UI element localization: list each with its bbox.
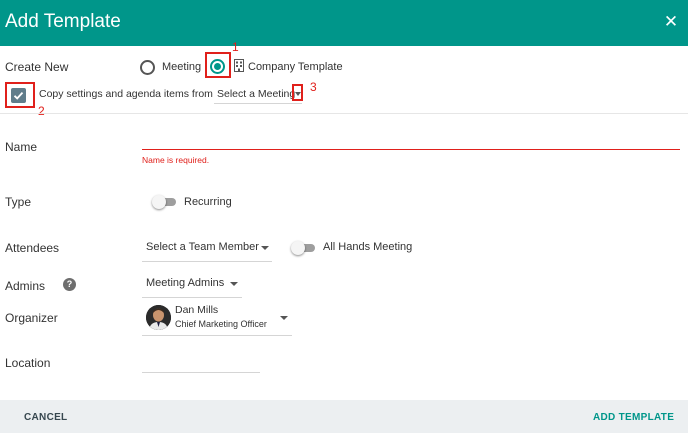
- type-label: Type: [5, 195, 32, 209]
- add-template-button[interactable]: ADD TEMPLATE: [593, 412, 674, 423]
- question-icon[interactable]: ?: [63, 278, 76, 291]
- all-hands-toggle[interactable]: [291, 241, 317, 255]
- annotation-number-3: 3: [310, 80, 317, 94]
- recurring-toggle[interactable]: [152, 195, 178, 209]
- building-icon: [234, 59, 244, 72]
- name-label: Name: [5, 140, 38, 154]
- team-member-select-underline: [142, 261, 272, 262]
- organizer-role: Chief Marketing Officer: [175, 319, 267, 329]
- name-error: Name is required.: [142, 155, 210, 165]
- organizer-label: Organizer: [5, 311, 58, 325]
- copy-settings-label: Copy settings and agenda items from: [39, 88, 213, 100]
- annotation-box-3: [292, 84, 303, 101]
- copy-from-select-underline: [214, 103, 302, 104]
- attendees-label: Attendees: [5, 241, 60, 255]
- all-hands-label: All Hands Meeting: [323, 241, 413, 253]
- admins-select[interactable]: Meeting Admins: [146, 277, 224, 289]
- chevron-down-icon[interactable]: [230, 282, 238, 286]
- annotation-box-1: [205, 52, 231, 78]
- name-input-underline: [142, 149, 680, 150]
- chevron-down-icon[interactable]: [280, 316, 288, 320]
- recurring-label: Recurring: [184, 196, 232, 208]
- annotation-number-2: 2: [38, 104, 45, 118]
- location-input[interactable]: [142, 356, 260, 371]
- dialog-header: Add Template ✕: [0, 0, 688, 46]
- admins-label: Admins: [5, 279, 46, 293]
- section-divider: [0, 113, 688, 114]
- team-member-select[interactable]: Select a Team Member: [146, 241, 259, 253]
- location-label: Location: [5, 356, 51, 370]
- radio-meeting-label: Meeting: [162, 61, 202, 73]
- chevron-down-icon[interactable]: [261, 246, 269, 250]
- radio-company-template-label: Company Template: [248, 61, 343, 73]
- cancel-button[interactable]: CANCEL: [24, 412, 67, 423]
- create-new-label: Create New: [5, 60, 69, 74]
- close-icon[interactable]: ✕: [663, 12, 679, 32]
- annotation-number-1: 1: [232, 40, 239, 54]
- admins-select-underline: [142, 297, 242, 298]
- dialog-footer: [0, 400, 688, 433]
- organizer-name: Dan Mills: [175, 304, 219, 316]
- avatar: [146, 305, 171, 330]
- organizer-select-underline: [142, 335, 292, 336]
- location-input-underline: [142, 372, 260, 373]
- radio-meeting[interactable]: [140, 60, 155, 75]
- dialog-title: Add Template: [5, 11, 121, 32]
- name-input[interactable]: [142, 133, 680, 148]
- annotation-box-2: [5, 82, 35, 108]
- copy-from-select[interactable]: Select a Meeting: [217, 88, 295, 100]
